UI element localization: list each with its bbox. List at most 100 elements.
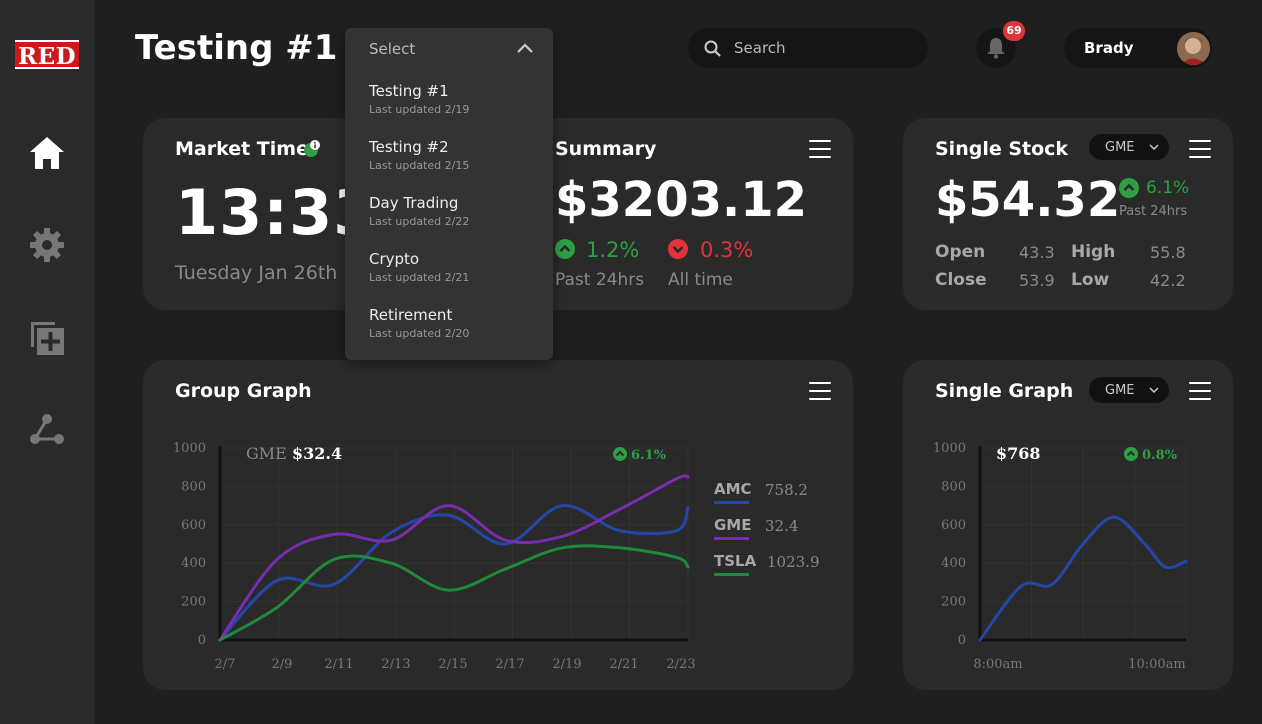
y-tick-label: 1000: [173, 441, 206, 456]
summary-24h-label: Past 24hrs: [555, 270, 645, 290]
legend-swatch: [714, 573, 749, 576]
dropdown-option-updated: Last updated 2/19: [369, 103, 470, 116]
y-tick-label: 1000: [933, 441, 966, 456]
dropdown-option-updated: Last updated 2/21: [369, 271, 470, 284]
overlay-ticker: GME: [246, 444, 287, 463]
summary-change-24h: 1.2%: [586, 238, 640, 262]
high-value: 55.8: [1150, 243, 1186, 262]
dropdown-option-name: Crypto: [369, 250, 420, 268]
y-tick-label: 400: [941, 556, 966, 571]
group-graph-card: Group Graph GME $32.4 6.1% 0 200 400 600 800…: [143, 360, 853, 690]
user-menu[interactable]: Brady: [1064, 28, 1212, 68]
select-button[interactable]: Select: [346, 29, 552, 69]
dropdown-option[interactable]: Testing #2 Last updated 2/15: [369, 138, 539, 182]
single-stock-card: Single Stock GME $54.32 6.1% Past 24hrs …: [903, 118, 1233, 310]
x-tick-label: 2/23: [666, 657, 695, 672]
market-time-card: Market Time 13:33 Tuesday Jan 26th: [143, 118, 376, 310]
legend-value: 1023.9: [767, 553, 820, 571]
x-tick-label: 2/11: [324, 657, 353, 672]
notification-badge: 69: [1003, 21, 1025, 41]
logo: RED: [15, 40, 79, 70]
summary-menu-icon[interactable]: [809, 140, 831, 158]
gear-icon[interactable]: [27, 225, 67, 265]
sidebar: RED: [0, 0, 95, 724]
dropdown-option-name: Retirement: [369, 306, 453, 324]
y-tick-label: 800: [941, 479, 966, 494]
group-graph-chart: GME $32.4 6.1% 0 200 400 600 800 1000 2/7 2/9 2/…: [173, 441, 696, 672]
stock-change-label: Past 24hrs: [1119, 204, 1188, 219]
summary-value: $3203.12: [555, 172, 808, 228]
market-date: Tuesday Jan 26th: [175, 262, 338, 284]
x-tick-label: 10:00am: [1128, 657, 1186, 672]
stock-price: $54.32: [935, 172, 1121, 228]
page-title: Testing #1: [135, 28, 338, 68]
arrow-up-icon: [1124, 447, 1138, 461]
arrow-up-icon: [555, 239, 575, 259]
close-value: 53.9: [1019, 271, 1055, 290]
dropdown-option[interactable]: Retirement Last updated 2/20: [369, 306, 539, 350]
y-tick-label: 200: [941, 595, 966, 610]
legend-value: 32.4: [765, 517, 799, 535]
dropdown-option[interactable]: Day Trading Last updated 2/22: [369, 194, 539, 238]
x-tick-label: 2/7: [215, 657, 236, 672]
select-dropdown: Testing #1 Last updated 2/19 Testing #2 Las…: [345, 28, 553, 360]
legend-swatch: [714, 501, 749, 504]
high-label: High: [1071, 242, 1116, 262]
single-overlay-value: $768: [996, 444, 1041, 463]
ticker-select[interactable]: GME: [1089, 134, 1169, 160]
dropdown-option-updated: Last updated 2/20: [369, 327, 470, 340]
low-value: 42.2: [1150, 271, 1186, 290]
close-label: Close: [935, 270, 987, 290]
summary-change-all: 0.3%: [700, 238, 754, 262]
ticker-select-value: GME: [1105, 140, 1135, 155]
add-copy-icon[interactable]: [27, 318, 67, 358]
y-tick-label: 600: [941, 518, 966, 533]
chevron-up-icon: [517, 43, 533, 53]
dropdown-option[interactable]: Testing #1 Last updated 2/19: [369, 82, 539, 126]
y-tick-label: 600: [181, 518, 206, 533]
x-tick-label: 2/9: [272, 657, 293, 672]
dropdown-option-updated: Last updated 2/22: [369, 215, 470, 228]
y-tick-label: 200: [181, 595, 206, 610]
open-value: 43.3: [1019, 243, 1055, 262]
legend-name[interactable]: AMC: [714, 480, 752, 498]
info-icon[interactable]: [303, 140, 320, 157]
summary-title: Summary: [555, 138, 657, 160]
search-icon: [704, 40, 721, 57]
stock-change: 6.1%: [1146, 178, 1190, 198]
legend-swatch: [714, 537, 749, 540]
summary-all-label: All time: [668, 270, 733, 290]
group-graph-menu-icon[interactable]: [809, 382, 831, 400]
y-tick-label: 800: [181, 479, 206, 494]
dropdown-option-name: Testing #1: [369, 82, 449, 100]
avatar: [1177, 32, 1210, 65]
legend-name[interactable]: TSLA: [714, 552, 756, 570]
summary-card: Summary $3203.12 1.2% Past 24hrs 0.3% Al…: [523, 118, 853, 310]
dropdown-option-name: Testing #2: [369, 138, 449, 156]
arrow-down-icon: [668, 239, 688, 259]
x-tick-label: 2/15: [438, 657, 467, 672]
share-nodes-icon[interactable]: [27, 410, 67, 450]
y-tick-label: 0: [958, 633, 966, 648]
x-tick-label: 8:00am: [973, 657, 1022, 672]
x-tick-label: 2/19: [552, 657, 581, 672]
legend-name[interactable]: GME: [714, 516, 752, 534]
dropdown-option[interactable]: Crypto Last updated 2/21: [369, 250, 539, 294]
single-graph-chart: $768 0.8% 0 200 400 600 800 1000 8:00am 10:00am: [933, 441, 1188, 672]
arrow-up-icon: [613, 447, 627, 461]
dropdown-option-updated: Last updated 2/15: [369, 159, 470, 172]
overlay-change: 6.1%: [631, 448, 667, 463]
user-name: Brady: [1084, 39, 1134, 57]
legend-value: 758.2: [765, 481, 808, 499]
search-bar: [688, 28, 928, 68]
single-overlay-change: 0.8%: [1142, 448, 1178, 463]
bell-icon: [987, 38, 1005, 59]
single-stock-title: Single Stock: [935, 138, 1069, 160]
search-input[interactable]: [734, 37, 914, 59]
dropdown-option-name: Day Trading: [369, 194, 459, 212]
x-tick-label: 2/17: [495, 657, 524, 672]
home-icon[interactable]: [27, 133, 67, 173]
x-tick-label: 2/13: [381, 657, 410, 672]
open-label: Open: [935, 242, 986, 262]
single-stock-menu-icon[interactable]: [1189, 140, 1211, 158]
